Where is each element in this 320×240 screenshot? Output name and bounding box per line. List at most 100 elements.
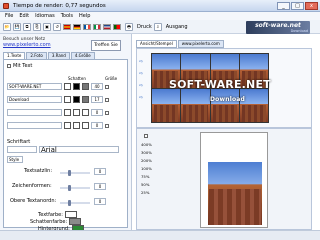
arrow-icon-2[interactable]: ⇨ [139, 71, 143, 77]
zoom-300[interactable]: 300% [141, 149, 152, 157]
arrow-icon-3[interactable]: ⇨ [139, 83, 143, 89]
tab-website[interactable]: www.pixelerto.com [177, 40, 224, 48]
brand-name: soft-ware.net [255, 22, 301, 29]
text-color-label: Textfarbe: [38, 211, 63, 218]
spanish-flag-icon[interactable] [63, 23, 71, 30]
menu-edit[interactable]: Edit [19, 13, 29, 19]
control-spinner-3[interactable]: 0 [94, 198, 106, 205]
maximize-button[interactable]: □ [291, 2, 304, 10]
control-slider-2[interactable] [60, 185, 90, 191]
zoom-100[interactable]: 100% [141, 165, 152, 173]
shadow-color-row: Schattenfarbe: [30, 218, 82, 225]
control-label-1: Textsatzlin: [24, 168, 52, 174]
preview-tabs: Ansicht/Stempel www.pixelerto.com [136, 40, 312, 48]
left-panel: Besuch unser Netz www.pixelerto.com Tref… [0, 34, 132, 232]
thumbnail-7[interactable] [210, 88, 239, 122]
style-row: Style [7, 156, 23, 163]
thumbnail-6[interactable] [181, 88, 210, 122]
print-icon[interactable]: 🖶 [125, 22, 133, 31]
portuguese-flag-icon[interactable] [113, 23, 121, 30]
thumbnail-5[interactable] [152, 88, 181, 122]
zoom-75[interactable]: 75% [141, 173, 151, 181]
dutch-flag-icon[interactable] [103, 23, 111, 30]
save-icon[interactable]: 💾 [13, 22, 21, 31]
output-label[interactable]: Ausgang [166, 24, 188, 30]
german-flag-icon[interactable] [73, 23, 81, 30]
fit-checkbox[interactable] [144, 134, 148, 138]
copy-icon[interactable]: ⧉ [23, 22, 31, 31]
tab-view-stamp[interactable]: Ansicht/Stempel [136, 40, 177, 48]
with-text-checkbox[interactable] [7, 64, 11, 68]
text-color-2[interactable] [64, 96, 71, 103]
tab-size[interactable]: 4.Größe [70, 52, 95, 59]
outline-color-1[interactable] [82, 83, 89, 90]
size-spinner-4[interactable]: 0 [91, 122, 103, 129]
shadow-color-3[interactable] [73, 109, 80, 116]
tab-border[interactable]: 3.Rand [47, 52, 70, 59]
text-row-1: SOFT-WARE.NET 40 [7, 83, 109, 90]
thumbnail-panel: ⇨ ⇨ ⇨ ⇨ SOFT-WARE.NET Download [136, 48, 312, 128]
size-spinner-2[interactable]: 17 [91, 96, 103, 103]
paste-icon[interactable]: ⎘ [33, 22, 41, 31]
menu-help[interactable]: Help [79, 13, 90, 19]
text-input-4[interactable] [7, 122, 62, 129]
arrow-icon[interactable]: ⇨ [139, 59, 143, 65]
text-row-2-checkbox[interactable] [105, 97, 109, 102]
text-row-3-checkbox[interactable] [105, 110, 109, 115]
size-spinner-3[interactable]: 0 [91, 109, 103, 116]
shadow-color-4[interactable] [73, 122, 80, 129]
slider-knob-1[interactable] [68, 170, 71, 176]
zoom-25[interactable]: 25% [141, 189, 151, 197]
thumbnail-8[interactable] [239, 88, 268, 122]
french-flag-icon[interactable] [83, 23, 91, 30]
text-input-3[interactable] [7, 109, 62, 116]
close-button[interactable]: x [305, 2, 318, 10]
outline-color-3[interactable] [82, 109, 89, 116]
menu-file[interactable]: File [5, 13, 13, 19]
text-color-3[interactable] [64, 109, 71, 116]
shadow-color-1[interactable] [73, 83, 80, 90]
output-icon[interactable]: ⇩ [153, 22, 162, 31]
zoom-200[interactable]: 200% [141, 157, 152, 165]
text-color-swatch[interactable] [64, 211, 77, 218]
shadow-color-2[interactable] [73, 96, 80, 103]
text-color-4[interactable] [64, 122, 71, 129]
text-row-4-checkbox[interactable] [105, 123, 109, 128]
text-color-1[interactable] [64, 83, 71, 90]
window-titlebar: Tiempo de render: 0,77 segundos _ □ x [0, 0, 320, 12]
size-spinner-1[interactable]: 40 [91, 83, 103, 90]
zoom-50[interactable]: 50% [141, 181, 151, 189]
control-spinner-1[interactable]: 0 [94, 168, 106, 175]
menu-tools[interactable]: Tools [61, 13, 73, 19]
slider-knob-2[interactable] [68, 185, 71, 191]
control-spinner-2[interactable]: 0 [94, 183, 106, 190]
font-style-select[interactable] [7, 146, 37, 153]
tab-photo[interactable]: 2.Foto [26, 52, 47, 59]
minimize-button[interactable]: _ [277, 2, 290, 10]
website-link[interactable]: www.pixelerto.com [3, 42, 95, 48]
zoom-400[interactable]: 400% [141, 141, 152, 149]
outline-color-4[interactable] [82, 122, 89, 129]
arrow-icon-4[interactable]: ⇨ [139, 95, 143, 101]
tab-texts[interactable]: 1.Texte [3, 52, 26, 59]
font-family-select[interactable]: Arial [39, 146, 119, 154]
style-button[interactable]: Style [7, 156, 23, 163]
apply-button[interactable]: Treffen Sie [91, 40, 121, 51]
slider-knob-3[interactable] [68, 200, 71, 206]
open-icon[interactable]: 📂 [3, 22, 11, 31]
shadow-color-swatch[interactable] [69, 218, 82, 225]
text-row-1-checkbox[interactable] [105, 84, 109, 89]
control-slider-3[interactable] [60, 200, 90, 206]
undo-icon[interactable]: ↺ [53, 22, 61, 31]
control-row-2: Zeichenformen: [12, 183, 52, 189]
text-input-2[interactable]: Download [7, 96, 62, 103]
outline-color-2[interactable] [82, 96, 89, 103]
zoom-levels: 400% 300% 200% 100% 75% 50% 25% [141, 132, 152, 228]
image-icon[interactable]: ▣ [43, 22, 51, 31]
control-slider-1[interactable] [60, 170, 90, 176]
print-label[interactable]: Druck [137, 24, 152, 30]
italian-flag-icon[interactable] [93, 23, 101, 30]
menu-languages[interactable]: Idiomas [35, 13, 55, 19]
preview-page: SOFT [200, 132, 268, 228]
text-input-1[interactable]: SOFT-WARE.NET [7, 83, 62, 90]
